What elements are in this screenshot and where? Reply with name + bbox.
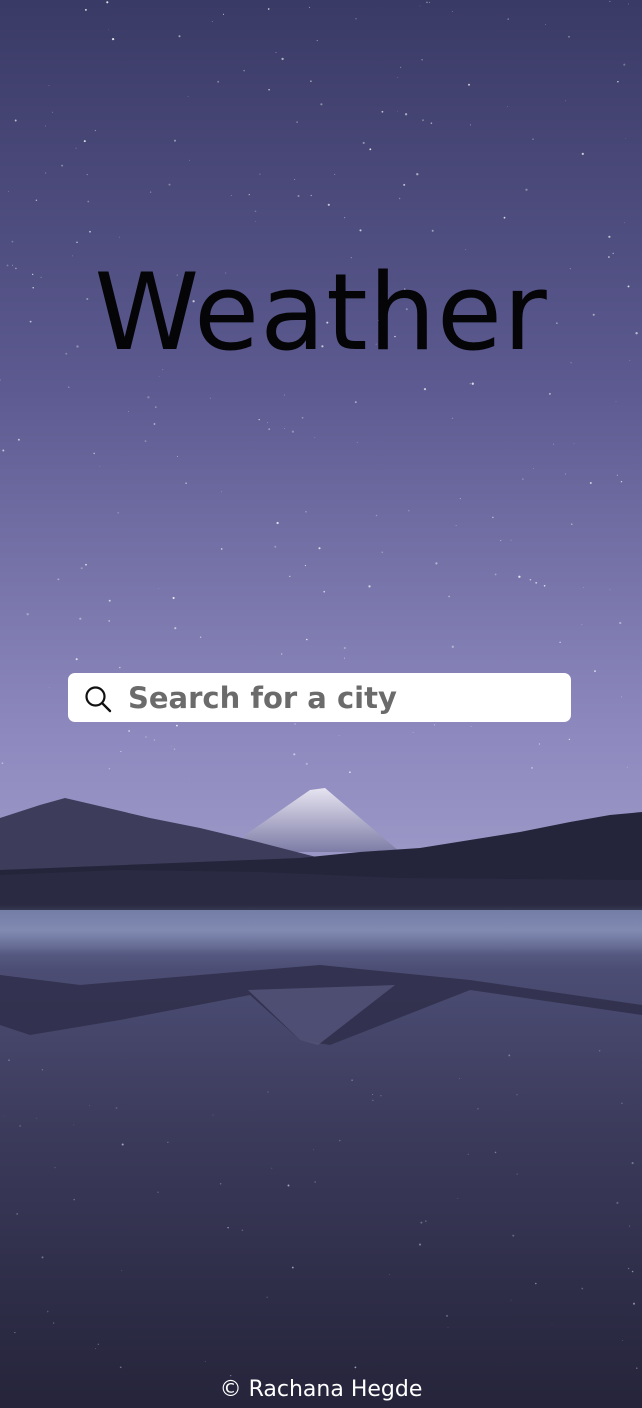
search-bar[interactable] bbox=[68, 673, 571, 722]
copyright-footer: © Rachana Hegde bbox=[219, 1377, 423, 1402]
page-title: Weather bbox=[94, 251, 548, 374]
search-input[interactable] bbox=[128, 673, 558, 722]
search-icon[interactable] bbox=[83, 684, 113, 714]
